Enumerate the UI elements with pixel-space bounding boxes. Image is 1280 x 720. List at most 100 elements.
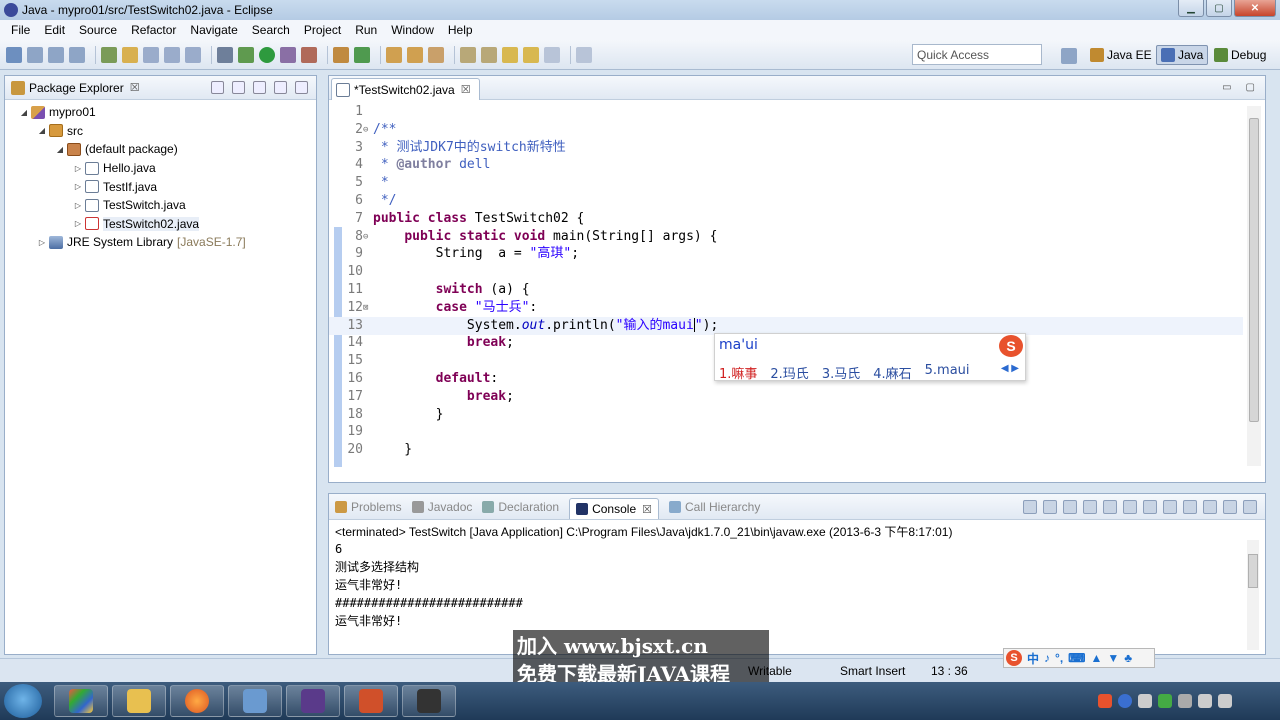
open-task-icon[interactable] [407, 46, 423, 63]
new-class-icon[interactable] [354, 46, 370, 63]
tab-call-hierarchy[interactable]: Call Hierarchy [669, 500, 760, 514]
new-java-project-icon[interactable] [333, 46, 349, 63]
back-icon[interactable] [523, 46, 539, 63]
tree-item-testswitch02-java[interactable]: ▷ TestSwitch02.java [5, 215, 316, 234]
collapse-arrow-icon[interactable]: ▷ [37, 238, 47, 247]
collapse-arrow-icon[interactable]: ▷ [73, 201, 83, 210]
show-whitespace-icon[interactable] [143, 46, 159, 63]
tab-javadoc[interactable]: Javadoc [411, 500, 472, 514]
console-scrollbar[interactable] [1247, 540, 1259, 650]
ime-candidate[interactable]: 1.嘛事 [719, 363, 757, 382]
menu-run[interactable]: Run [348, 23, 384, 37]
expand-arrow-icon[interactable]: ◢ [55, 145, 65, 154]
add-icon[interactable] [1158, 694, 1172, 708]
open-perspective-icon[interactable] [1061, 48, 1077, 64]
fold-marker-icon[interactable]: ⊖ [363, 121, 371, 139]
perspective-debug[interactable]: Debug [1210, 45, 1270, 65]
tree-item-hello-java[interactable]: ▷ Hello.java [5, 159, 316, 178]
search-icon[interactable] [428, 46, 444, 63]
tree-item-src[interactable]: ◢ src [5, 122, 316, 141]
forward-icon[interactable] [544, 46, 560, 63]
menu-source[interactable]: Source [72, 23, 124, 37]
moon-icon[interactable]: ♪ [1044, 651, 1050, 665]
tree-item-jre-library[interactable]: ▷ JRE System Library [JavaSE-1.7] [5, 233, 316, 252]
clear-console-icon[interactable] [1083, 500, 1097, 514]
save-icon[interactable] [27, 46, 43, 63]
menu-navigate[interactable]: Navigate [183, 23, 244, 37]
skip-breakpoints-icon[interactable] [217, 46, 233, 63]
tab-declaration[interactable]: Declaration [482, 500, 559, 514]
remove-all-icon[interactable] [1063, 500, 1077, 514]
flag-icon[interactable] [1178, 694, 1192, 708]
taskbar-recorder[interactable] [402, 685, 456, 717]
collapse-arrow-icon[interactable]: ▷ [73, 219, 83, 228]
toggle-breadcrumb-icon[interactable] [185, 46, 201, 63]
menu-search[interactable]: Search [245, 23, 297, 37]
punctuation-icon[interactable]: °, [1055, 651, 1063, 665]
help-icon[interactable] [1118, 694, 1132, 708]
fold-marker-icon[interactable]: ⊠ [363, 299, 371, 317]
perspective-java-ee[interactable]: Java EE [1086, 45, 1156, 65]
taskbar-app[interactable] [54, 685, 108, 717]
collapse-arrow-icon[interactable]: ▷ [73, 164, 83, 173]
tree-item-testswitch-java[interactable]: ▷ TestSwitch.java [5, 196, 316, 215]
debug-icon[interactable] [238, 46, 254, 63]
menu-refactor[interactable]: Refactor [124, 23, 183, 37]
windows-start-icon[interactable] [4, 684, 42, 718]
open-type-icon[interactable] [386, 46, 402, 63]
scroll-thumb[interactable] [1249, 118, 1259, 422]
taskbar-explorer[interactable] [112, 685, 166, 717]
maximize-view-icon[interactable] [1243, 500, 1257, 514]
chinese-mode-icon[interactable]: 中 [1027, 650, 1039, 667]
ime-page-arrows-icon[interactable]: ◀ ▶ [1001, 363, 1019, 374]
coverage-icon[interactable] [280, 46, 296, 63]
word-wrap-icon[interactable] [1123, 500, 1137, 514]
ime-candidate[interactable]: 5.maui [925, 363, 970, 382]
terminate-icon[interactable] [1023, 500, 1037, 514]
maximize-view-icon[interactable]: ▢ [1246, 82, 1255, 93]
tray-arrow-icon[interactable] [1138, 694, 1152, 708]
expand-arrow-icon[interactable]: ◢ [37, 126, 47, 135]
print-icon[interactable] [69, 46, 85, 63]
pin-console-icon[interactable] [1163, 500, 1177, 514]
code-line[interactable]: 13 System.out.println("输入的maui"); [329, 316, 1243, 335]
ime-candidate[interactable]: 3.马氏 [822, 363, 860, 382]
minimize-view-icon[interactable]: ▭ [1222, 82, 1231, 93]
remove-launch-icon[interactable] [1043, 500, 1057, 514]
prev-annotation-icon[interactable] [481, 46, 497, 63]
new-icon[interactable] [6, 46, 22, 63]
taskbar-powerpoint[interactable] [344, 685, 398, 717]
perspective-java[interactable]: Java [1156, 45, 1209, 65]
show-on-output-icon[interactable] [1143, 500, 1157, 514]
volume-icon[interactable] [1218, 694, 1232, 708]
quick-access-input[interactable]: Quick Access [912, 44, 1042, 65]
scroll-thumb[interactable] [1248, 554, 1258, 588]
sogou-tray-icon[interactable] [1098, 694, 1112, 708]
maximize-view-icon[interactable] [295, 81, 308, 94]
next-annotation-icon[interactable] [460, 46, 476, 63]
ime-candidate[interactable]: 4.麻石 [873, 363, 911, 382]
view-menu-icon[interactable] [253, 81, 266, 94]
taskbar-network[interactable] [228, 685, 282, 717]
tree-item-mypro01[interactable]: ◢ mypro01 [5, 103, 316, 122]
toggle-mark-icon[interactable] [101, 46, 117, 63]
keyboard-icon[interactable]: ⌨ [1068, 651, 1085, 665]
collapse-all-icon[interactable] [211, 81, 224, 94]
save-all-icon[interactable] [48, 46, 64, 63]
scroll-lock-icon[interactable] [1103, 500, 1117, 514]
minimize-button[interactable]: ▁ [1178, 0, 1204, 17]
tab-console[interactable]: Console ☒ [569, 498, 659, 519]
display-console-icon[interactable] [1183, 500, 1197, 514]
ime-candidate[interactable]: 2.玛氏 [770, 363, 808, 382]
network-tray-icon[interactable] [1198, 694, 1212, 708]
minimize-view-icon[interactable] [1223, 500, 1237, 514]
menu-project[interactable]: Project [297, 23, 348, 37]
close-button[interactable]: ✕ [1234, 0, 1276, 17]
external-tools-icon[interactable] [301, 46, 317, 63]
editor-horizontal-scrollbar[interactable] [373, 468, 1233, 480]
editor-vertical-scrollbar[interactable] [1247, 106, 1261, 466]
expand-arrow-icon[interactable]: ◢ [19, 108, 29, 117]
package-explorer-title[interactable]: Package Explorer [29, 81, 124, 95]
collapse-arrow-icon[interactable]: ▷ [73, 182, 83, 191]
shirt-icon[interactable]: ▼ [1107, 651, 1119, 665]
